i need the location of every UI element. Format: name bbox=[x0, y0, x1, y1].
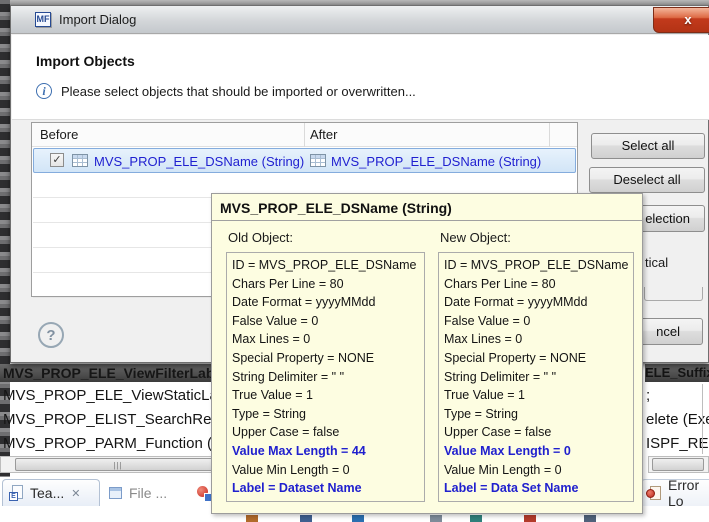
property-line: Label = Data Set Name bbox=[444, 479, 628, 498]
error-log-icon bbox=[647, 485, 663, 501]
file-tab-icon bbox=[108, 485, 124, 501]
toolbar-fragment bbox=[352, 515, 364, 522]
toolbar-fragment bbox=[470, 515, 482, 522]
info-message-row: i Please select objects that should be i… bbox=[36, 83, 416, 99]
page-title: Import Objects bbox=[36, 53, 135, 69]
tab-label: Error Lo bbox=[668, 477, 709, 509]
select-all-button[interactable]: Select all bbox=[591, 133, 705, 159]
dialog-titlebar[interactable]: MF Import Dialog bbox=[11, 6, 708, 34]
identical-option-label-partial[interactable]: tical bbox=[645, 255, 668, 270]
scrollbar-thumb[interactable]: ||| bbox=[15, 458, 221, 471]
close-button[interactable]: x bbox=[653, 7, 709, 33]
property-line: Value Min Length = 0 bbox=[444, 461, 628, 480]
tab-error-log[interactable]: Error Lo bbox=[641, 479, 709, 506]
toolbar-fragment bbox=[246, 515, 258, 522]
table-row-selected[interactable]: ✓ MVS_PROP_ELE_DSName (String) MVS_PROP_… bbox=[33, 148, 576, 173]
toolbar-fragment bbox=[300, 515, 312, 522]
property-line: String Delimiter = " " bbox=[232, 368, 419, 387]
tab-label: File ... bbox=[129, 485, 167, 501]
close-tab-icon[interactable]: ✕ bbox=[71, 487, 80, 500]
after-object-name: MVS_PROP_ELE_DSName (String) bbox=[331, 154, 541, 169]
property-line: ID = MVS_PROP_ELE_DSName bbox=[232, 256, 419, 275]
toolbar-fragment bbox=[524, 515, 536, 522]
property-line: Date Format = yyyyMMdd bbox=[232, 293, 419, 312]
old-object-label: Old Object: bbox=[228, 230, 293, 245]
property-line: Max Lines = 0 bbox=[444, 330, 628, 349]
object-type-icon bbox=[72, 154, 88, 167]
property-line: Label = Dataset Name bbox=[232, 479, 419, 498]
tab-label: Tea... bbox=[30, 485, 64, 501]
property-line: Date Format = yyyyMMdd bbox=[444, 293, 628, 312]
new-object-label: New Object: bbox=[440, 230, 511, 245]
property-line: Chars Per Line = 80 bbox=[444, 275, 628, 294]
property-line: Upper Case = false bbox=[444, 423, 628, 442]
horizontal-scrollbar-right[interactable] bbox=[648, 456, 709, 473]
screenshot-root: MVS_PROP_ELE_ViewFilterLabel (Str ELE_Su… bbox=[0, 0, 709, 522]
object-type-icon bbox=[310, 154, 326, 167]
info-message: Please select objects that should be imp… bbox=[61, 84, 416, 99]
info-icon: i bbox=[36, 83, 52, 99]
property-line: ID = MVS_PROP_ELE_DSName bbox=[444, 256, 628, 275]
toolbar-fragment bbox=[584, 515, 596, 522]
tab-team-active[interactable]: E Tea... ✕ bbox=[2, 479, 100, 506]
column-divider[interactable] bbox=[304, 123, 305, 147]
team-sync-icon bbox=[196, 485, 212, 501]
property-line: True Value = 1 bbox=[232, 386, 419, 405]
property-line: Value Max Length = 44 bbox=[232, 442, 419, 461]
object-compare-tooltip: MVS_PROP_ELE_DSName (String) Old Object:… bbox=[211, 193, 643, 514]
column-header-before[interactable]: Before bbox=[40, 127, 78, 142]
toolbar-fragment bbox=[430, 515, 442, 522]
property-line: False Value = 0 bbox=[232, 312, 419, 331]
hidden-button-edge[interactable] bbox=[644, 287, 703, 301]
row-checkbox[interactable]: ✓ bbox=[50, 153, 64, 167]
list-item[interactable]: ; bbox=[646, 384, 709, 408]
team-tab-icon: E bbox=[9, 485, 25, 501]
dialog-header-area: Import Objects i Please select objects t… bbox=[12, 35, 709, 120]
column-header-after[interactable]: After bbox=[310, 127, 337, 142]
dialog-title: Import Dialog bbox=[59, 12, 136, 27]
deselect-all-button[interactable]: Deselect all bbox=[589, 167, 705, 193]
property-line: Type = String bbox=[444, 405, 628, 424]
tab-file[interactable]: File ... bbox=[104, 479, 190, 506]
list-item[interactable]: ISPF_REX_C bbox=[646, 432, 709, 456]
property-line: True Value = 1 bbox=[444, 386, 628, 405]
property-line: Upper Case = false bbox=[232, 423, 419, 442]
property-line: String Delimiter = " " bbox=[444, 368, 628, 387]
property-line: Special Property = NONE bbox=[444, 349, 628, 368]
property-line: Value Min Length = 0 bbox=[232, 461, 419, 480]
property-line: Type = String bbox=[232, 405, 419, 424]
help-button[interactable]: ? bbox=[38, 322, 64, 348]
pane-divider bbox=[702, 384, 703, 454]
before-object-name: MVS_PROP_ELE_DSName (String) bbox=[94, 154, 304, 169]
property-line: Special Property = NONE bbox=[232, 349, 419, 368]
scrollbar-thumb[interactable] bbox=[652, 458, 704, 471]
table-header: Before After bbox=[32, 123, 577, 147]
old-object-properties: ID = MVS_PROP_ELE_DSNameChars Per Line =… bbox=[226, 252, 425, 502]
property-line: False Value = 0 bbox=[444, 312, 628, 331]
column-divider[interactable] bbox=[549, 123, 550, 147]
tooltip-title: MVS_PROP_ELE_DSName (String) bbox=[212, 194, 642, 221]
property-line: Value Max Length = 0 bbox=[444, 442, 628, 461]
list-item[interactable]: elete (Execu bbox=[646, 408, 709, 432]
background-right-pane: ;elete (ExecuISPF_REX_C bbox=[646, 384, 709, 456]
new-object-properties: ID = MVS_PROP_ELE_DSNameChars Per Line =… bbox=[438, 252, 634, 502]
property-line: Max Lines = 0 bbox=[232, 330, 419, 349]
mf-app-icon: MF bbox=[35, 12, 51, 27]
background-selected-row-right-fragment: ELE_Suffix bbox=[645, 364, 709, 382]
property-line: Chars Per Line = 80 bbox=[232, 275, 419, 294]
